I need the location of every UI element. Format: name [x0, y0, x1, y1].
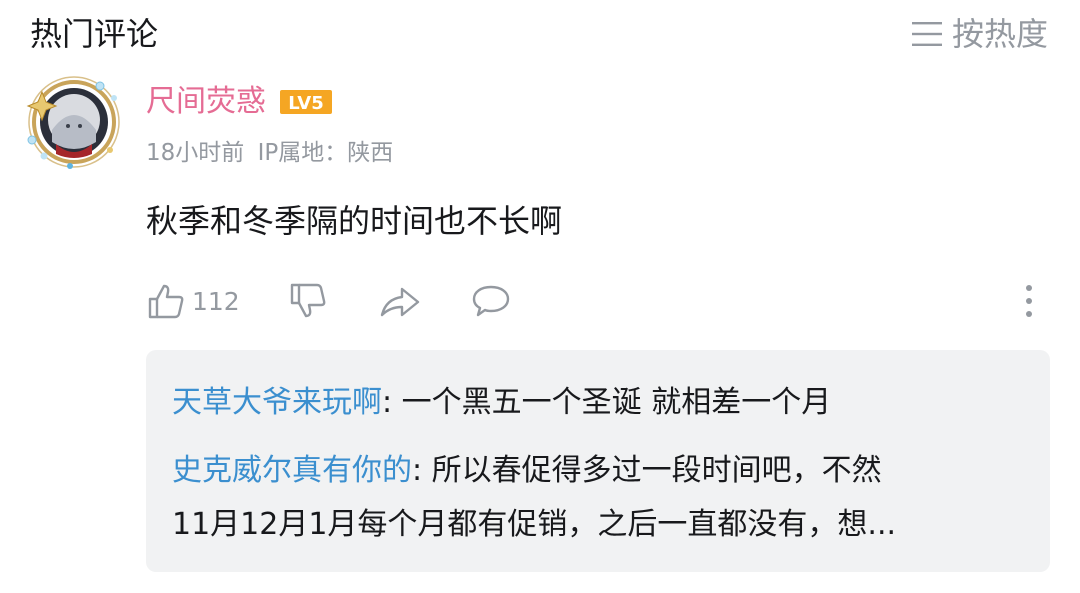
ip-location: IP属地：陕西	[257, 140, 394, 166]
comment-section: 热门评论 按热度 尺间荧惑 LV5 18小时前 IP属地：陕西 秋季和冬季隔的时…	[0, 0, 1080, 593]
username[interactable]: 尺间荧惑	[146, 80, 266, 124]
reply-item: 天草大爷来玩啊: 一个黑五一个圣诞 就相差一个月	[172, 372, 831, 434]
section-title: 热门评论	[30, 15, 159, 53]
comment-text: 秋季和冬季隔的时间也不长啊	[146, 202, 563, 240]
level-badge: LV5	[280, 90, 332, 114]
dislike-button[interactable]	[288, 280, 328, 322]
like-button[interactable]: 112	[146, 280, 240, 322]
reply-username[interactable]: 天草大爷来玩啊	[172, 385, 382, 420]
share-button[interactable]	[378, 280, 422, 322]
avatar[interactable]	[22, 70, 126, 174]
comment-time: 18小时前	[146, 140, 245, 166]
reply-separator: :	[382, 385, 402, 420]
sort-by-hot-button[interactable]: 按热度	[911, 12, 1048, 56]
like-count: 112	[192, 286, 240, 316]
reply-username[interactable]: 史克威尔真有你的	[172, 453, 412, 488]
thumbs-down-icon	[290, 283, 326, 318]
reply-item: 史克威尔真有你的: 所以春促得多过一段时间吧，不然	[172, 440, 882, 502]
menu-lines-icon	[911, 22, 942, 46]
level-icon: LV5	[280, 90, 332, 114]
reply-text: 所以春促得多过一段时间吧，不然	[431, 453, 882, 488]
share-icon	[380, 287, 420, 317]
svg-text:LV5: LV5	[288, 93, 323, 114]
reply-icon	[472, 285, 510, 317]
sort-label: 按热度	[951, 15, 1048, 53]
reply-text-continued: 11月12月1月每个月都有促销，之后一直都没有，想...	[172, 507, 897, 542]
username-row: 尺间荧惑 LV5	[146, 80, 332, 124]
reply-separator: :	[412, 453, 432, 488]
thumbs-up-icon	[148, 284, 184, 319]
reply-button[interactable]	[470, 280, 512, 322]
more-options-button[interactable]	[1014, 280, 1044, 322]
comment-actions: 112	[146, 280, 1046, 322]
more-vertical-icon	[1026, 285, 1032, 317]
comment-meta: 18小时前 IP属地：陕西	[146, 136, 393, 170]
reply-text: 一个黑五一个圣诞 就相差一个月	[401, 385, 832, 420]
comment-header: 热门评论 按热度	[0, 0, 1080, 70]
